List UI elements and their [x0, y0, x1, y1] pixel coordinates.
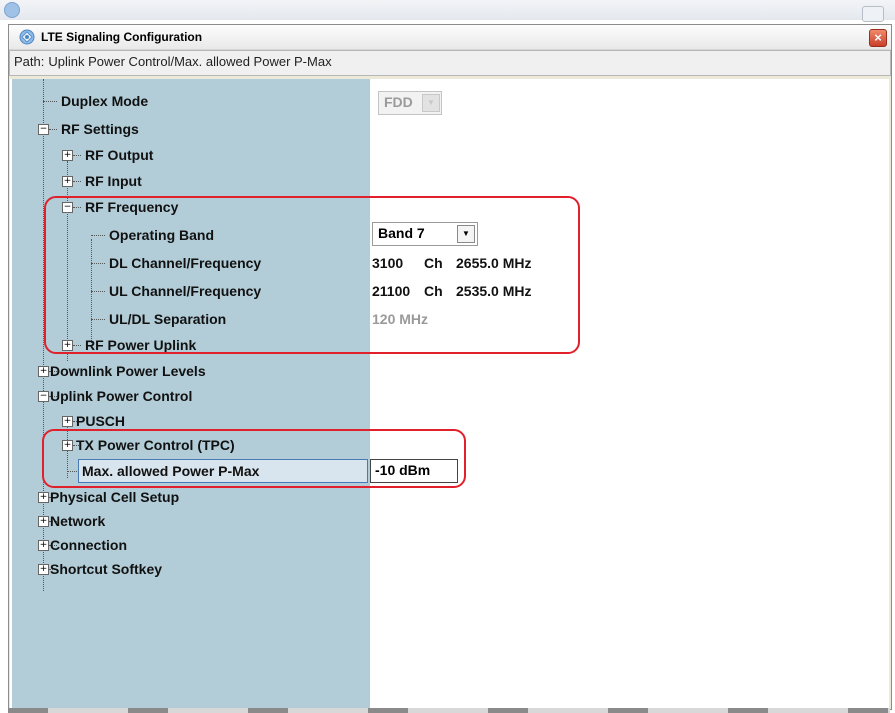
tree-connector: [43, 101, 57, 102]
tree-connector: [73, 181, 81, 182]
tree-item-rf-output[interactable]: RF Output: [85, 144, 153, 166]
dialog-title: LTE Signaling Configuration: [41, 30, 203, 44]
path-value: Uplink Power Control/Max. allowed Power …: [48, 54, 332, 69]
duplex-mode-value: FDD: [384, 94, 413, 110]
tree-item-rf-input[interactable]: RF Input: [85, 170, 142, 192]
expand-icon[interactable]: +: [38, 540, 49, 551]
tree-item-rf-settings[interactable]: RF Settings: [61, 118, 139, 140]
expand-icon[interactable]: +: [62, 416, 73, 427]
dialog-titlebar: LTE Signaling Configuration ×: [9, 25, 891, 50]
tree-connector: [73, 155, 81, 156]
tree-item-uplink-power-control[interactable]: Uplink Power Control: [50, 385, 192, 407]
rf-frequency-highlight: [44, 196, 580, 354]
tree-label-uplink-power-control: Uplink Power Control: [50, 388, 193, 404]
background-close-icon: [862, 6, 884, 22]
collapse-icon[interactable]: −: [38, 391, 49, 402]
tree-item-physical-cell-setup[interactable]: Physical Cell Setup: [50, 486, 179, 508]
expand-icon[interactable]: +: [38, 516, 49, 527]
tree-item-connection[interactable]: Connection: [50, 534, 127, 556]
tree-item-downlink-power-levels[interactable]: Downlink Power Levels: [50, 360, 206, 382]
tree-label-rf-input: RF Input: [85, 173, 142, 189]
expand-icon[interactable]: +: [38, 366, 49, 377]
tree-connector: [49, 129, 57, 130]
expand-icon[interactable]: +: [62, 150, 73, 161]
tree-item-duplex-mode[interactable]: Duplex Mode: [61, 90, 148, 112]
tree-label-shortcut-softkey: Shortcut Softkey: [50, 561, 163, 577]
lte-app-icon: [19, 29, 35, 45]
duplex-mode-select: FDD ▼: [378, 91, 442, 115]
config-content: Duplex Mode FDD ▼ − RF Settings + RF Out…: [10, 79, 889, 709]
background-app-icon: [4, 2, 20, 18]
expand-icon[interactable]: +: [62, 176, 73, 187]
config-dialog: LTE Signaling Configuration × Path: Uplin…: [8, 24, 892, 710]
tree-label-pusch: PUSCH: [76, 413, 126, 429]
collapse-icon[interactable]: −: [38, 124, 49, 135]
chevron-down-icon: ▼: [422, 94, 440, 112]
tree-label-duplex-mode: Duplex Mode: [61, 93, 149, 109]
tree-item-network[interactable]: Network: [50, 510, 105, 532]
close-button[interactable]: ×: [869, 29, 887, 47]
tree-label-rf-settings: RF Settings: [61, 121, 139, 137]
max-power-highlight: [42, 429, 466, 488]
path-label: Path:: [14, 54, 45, 69]
window-bottom-edge: [8, 708, 890, 713]
tree-item-shortcut-softkey[interactable]: Shortcut Softkey: [50, 558, 162, 580]
expand-icon[interactable]: +: [38, 492, 49, 503]
expand-icon[interactable]: +: [38, 564, 49, 575]
background-window-titlebar: [0, 0, 895, 22]
tree-label-downlink-power-levels: Downlink Power Levels: [50, 363, 206, 379]
tree-label-network: Network: [50, 513, 106, 529]
tree-label-connection: Connection: [50, 537, 127, 553]
tree-label-rf-output: RF Output: [85, 147, 154, 163]
tree-label-physical-cell-setup: Physical Cell Setup: [50, 489, 180, 505]
path-bar: Path: Uplink Power Control/Max. allowed P…: [9, 50, 891, 76]
